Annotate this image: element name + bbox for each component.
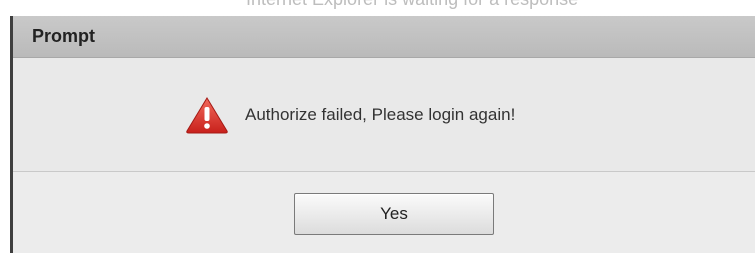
top-strip: Internet Explorer is waiting for a respo… [0,0,755,16]
yes-button[interactable]: Yes [294,193,494,235]
dialog-content: Authorize failed, Please login again! [13,58,755,172]
message-text: Authorize failed, Please login again! [245,105,516,124]
message-row: Authorize failed, Please login again! [185,95,515,135]
dialog-title: Prompt [32,26,95,46]
prompt-dialog: Prompt Authorize failed, Please login ag… [10,16,755,253]
warning-icon [186,97,228,134]
cutoff-text: Internet Explorer is waiting for a respo… [246,0,578,10]
dialog-footer: Yes [13,172,755,253]
dialog-header: Prompt [13,16,755,58]
